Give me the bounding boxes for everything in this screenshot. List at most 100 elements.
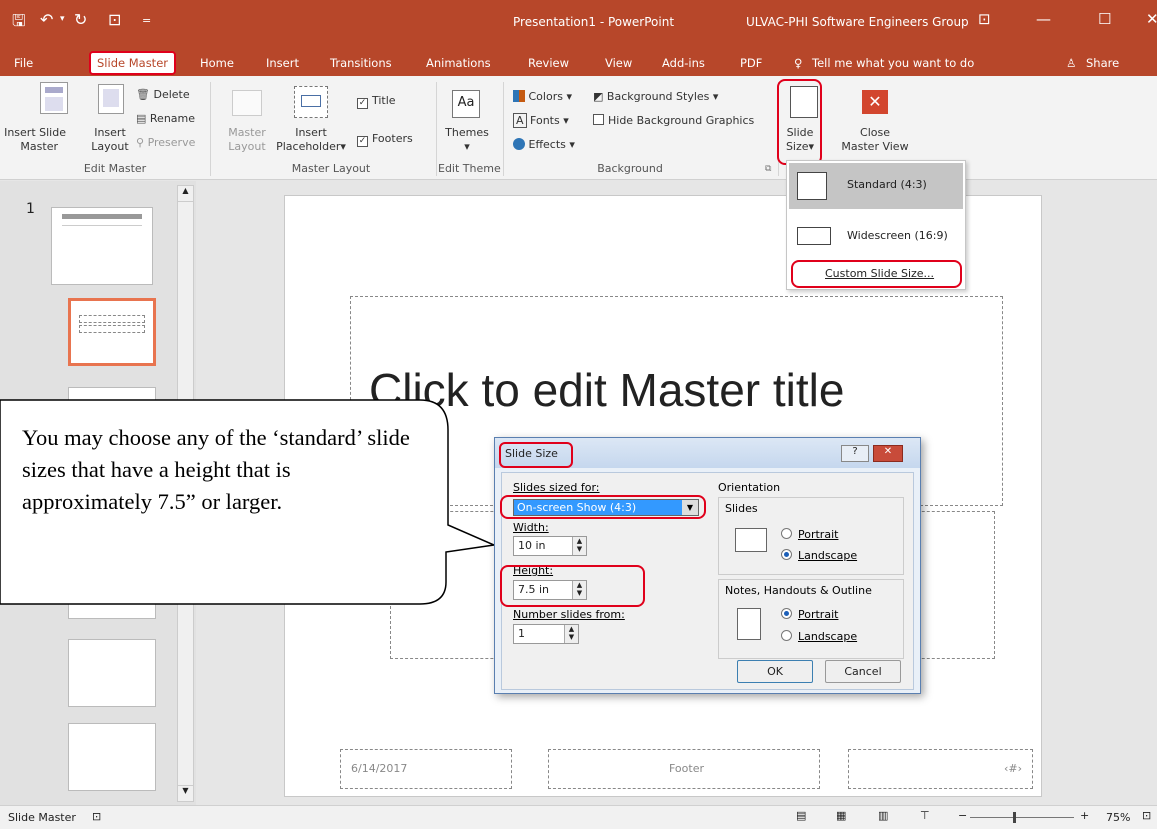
ok-button[interactable]: OK	[737, 660, 813, 683]
insert-slide-master-button[interactable]: Insert Slide Master	[0, 126, 66, 154]
customize-qat-icon[interactable]: =	[142, 14, 151, 27]
slide-size-button[interactable]: Slide Size▾	[780, 126, 820, 154]
tab-add-ins[interactable]: Add-ins	[662, 56, 705, 70]
tell-me-box[interactable]: Tell me what you want to do	[812, 56, 974, 70]
notes-landscape-radio[interactable]: Landscape	[781, 630, 857, 643]
notes-portrait-radio[interactable]: Portrait	[781, 608, 838, 621]
accessibility-icon[interactable]: ⊡	[92, 810, 101, 823]
preserve-button[interactable]: ⚲ Preserve	[136, 136, 195, 150]
ribbon-display-icon[interactable]: ⊡	[978, 10, 991, 28]
zoom-out-icon[interactable]: −	[958, 809, 967, 822]
zoom-slider[interactable]	[970, 817, 1074, 818]
slide-number: 1	[26, 201, 35, 217]
number-slides-spinner[interactable]: 1 ▲ ▼	[513, 624, 579, 644]
effects-icon	[513, 138, 525, 150]
close-master-view-button[interactable]: Close Master View	[840, 126, 910, 154]
themes-icon: Aa	[452, 90, 480, 118]
menu-item-standard[interactable]: Standard (4:3)	[789, 163, 963, 209]
tab-animations[interactable]: Animations	[426, 56, 491, 70]
status-bar: Slide Master ⊡ ▤ ▦ ▥ ⊤ − + 75% ⊡	[0, 805, 1157, 829]
dialog-titlebar[interactable]: Slide Size ? ✕	[495, 438, 920, 468]
fonts-button[interactable]: A Fonts ▾	[513, 113, 569, 128]
tab-home[interactable]: Home	[200, 56, 234, 70]
close-window-icon[interactable]: ✕	[1146, 10, 1157, 28]
group-edit-theme: Edit Theme	[438, 162, 501, 175]
fonts-icon: A	[513, 113, 527, 128]
slides-landscape-radio[interactable]: Landscape	[781, 549, 857, 562]
width-spinner[interactable]: 10 in ▲ ▼	[513, 536, 587, 556]
ribbon: Insert Slide Master Insert Layout 🗑︎ Delet…	[0, 76, 1157, 180]
tab-file[interactable]: File	[14, 56, 33, 70]
slideshow-view-icon[interactable]: ⊤	[920, 809, 930, 822]
slide-number-placeholder[interactable]: ‹#›	[848, 749, 1033, 789]
normal-view-icon[interactable]: ▤	[796, 809, 806, 822]
help-button[interactable]: ?	[841, 445, 869, 462]
dialog-launcher-icon[interactable]: ⧉	[765, 162, 771, 176]
slides-portrait-radio[interactable]: Portrait	[781, 528, 838, 541]
menu-item-widescreen[interactable]: Widescreen (16:9)	[789, 213, 963, 257]
preserve-icon: ⚲	[136, 136, 145, 149]
spinner-arrows-icon[interactable]: ▲ ▼	[564, 625, 578, 643]
themes-button[interactable]: Themes ▾	[442, 126, 492, 154]
group-master-layout: Master Layout	[291, 162, 371, 175]
window-title: Presentation1 - PowerPoint	[513, 15, 675, 29]
width-label: Width:	[513, 521, 549, 534]
delete-button[interactable]: 🗑︎ Delete	[136, 88, 190, 102]
hide-background-graphics-checkbox[interactable]: Hide Background Graphics	[593, 114, 754, 128]
scroll-down-icon[interactable]: ▼	[178, 785, 193, 801]
maximize-icon[interactable]: ☐	[1098, 10, 1111, 28]
minimize-icon[interactable]: —	[1036, 10, 1051, 28]
dialog-title: Slide Size	[505, 447, 558, 460]
colors-button[interactable]: Colors ▾	[513, 90, 572, 104]
tab-pdf[interactable]: PDF	[740, 56, 762, 70]
share-button[interactable]: Share	[1086, 56, 1119, 70]
title-checkbox[interactable]: ✓ Title	[357, 94, 396, 109]
undo-icon[interactable]: ↶	[40, 10, 53, 29]
zoom-in-icon[interactable]: +	[1080, 809, 1089, 822]
insert-layout-button[interactable]: Insert Layout	[90, 126, 130, 154]
tab-review[interactable]: Review	[528, 56, 569, 70]
slides-orientation-group: Slides Portrait Landscape	[718, 497, 904, 575]
zoom-thumb[interactable]	[1013, 812, 1016, 823]
status-mode: Slide Master	[8, 811, 76, 824]
height-spinner[interactable]: 7.5 in ▲ ▼	[513, 580, 587, 600]
dialog-close-icon[interactable]: ✕	[873, 445, 903, 462]
tab-insert[interactable]: Insert	[266, 56, 299, 70]
insert-layout-icon	[98, 84, 124, 114]
footers-checkbox[interactable]: ✓ Footers	[357, 132, 413, 147]
master-layout-icon	[232, 90, 262, 116]
spinner-arrows-icon[interactable]: ▲ ▼	[572, 581, 586, 599]
fit-slide-icon[interactable]: ⊡	[1142, 809, 1151, 822]
lightbulb-icon: ♀	[794, 56, 803, 70]
rename-button[interactable]: ▤ Rename	[136, 112, 195, 126]
redo-icon[interactable]: ↻	[74, 10, 87, 29]
reading-view-icon[interactable]: ▥	[878, 809, 888, 822]
slide-number-text: ‹#›	[1003, 762, 1022, 775]
master-layout-button[interactable]: Master Layout	[226, 126, 268, 154]
date-placeholder[interactable]: 6/14/2017	[340, 749, 512, 789]
tab-view[interactable]: View	[605, 56, 632, 70]
tab-transitions[interactable]: Transitions	[330, 56, 392, 70]
background-styles-button[interactable]: ◩ Background Styles ▾	[593, 90, 718, 104]
cancel-button[interactable]: Cancel	[825, 660, 901, 683]
title-bar: 🖫 ↶ ▾ ↻ ⊡ = Presentation1 - PowerPoint U…	[0, 0, 1157, 48]
number-slides-label: Number slides from:	[513, 608, 625, 621]
thumbnail-title-layout[interactable]	[68, 298, 156, 366]
thumbnail-layout[interactable]	[68, 723, 156, 791]
insert-placeholder-button[interactable]: Insert Placeholder▾	[270, 126, 352, 154]
sized-for-select[interactable]: On-screen Show (4:3) ▼	[513, 499, 699, 516]
effects-button[interactable]: Effects ▾	[513, 138, 575, 152]
slide-sorter-icon[interactable]: ▦	[836, 809, 846, 822]
tab-slide-master[interactable]: Slide Master	[89, 51, 176, 75]
menu-widescreen-label: Widescreen (16:9)	[847, 229, 948, 242]
start-slideshow-icon[interactable]: ⊡	[108, 10, 121, 29]
rename-icon: ▤	[136, 112, 147, 125]
undo-dropdown-icon[interactable]: ▾	[60, 14, 65, 24]
save-icon[interactable]: 🖫	[12, 10, 26, 37]
footer-placeholder[interactable]: Footer	[548, 749, 820, 789]
zoom-level[interactable]: 75%	[1106, 811, 1130, 824]
thumbnail-layout[interactable]	[68, 639, 156, 707]
thumbnail-master[interactable]	[51, 207, 153, 285]
spinner-arrows-icon[interactable]: ▲ ▼	[572, 537, 586, 555]
scroll-up-icon[interactable]: ▲	[178, 186, 193, 202]
